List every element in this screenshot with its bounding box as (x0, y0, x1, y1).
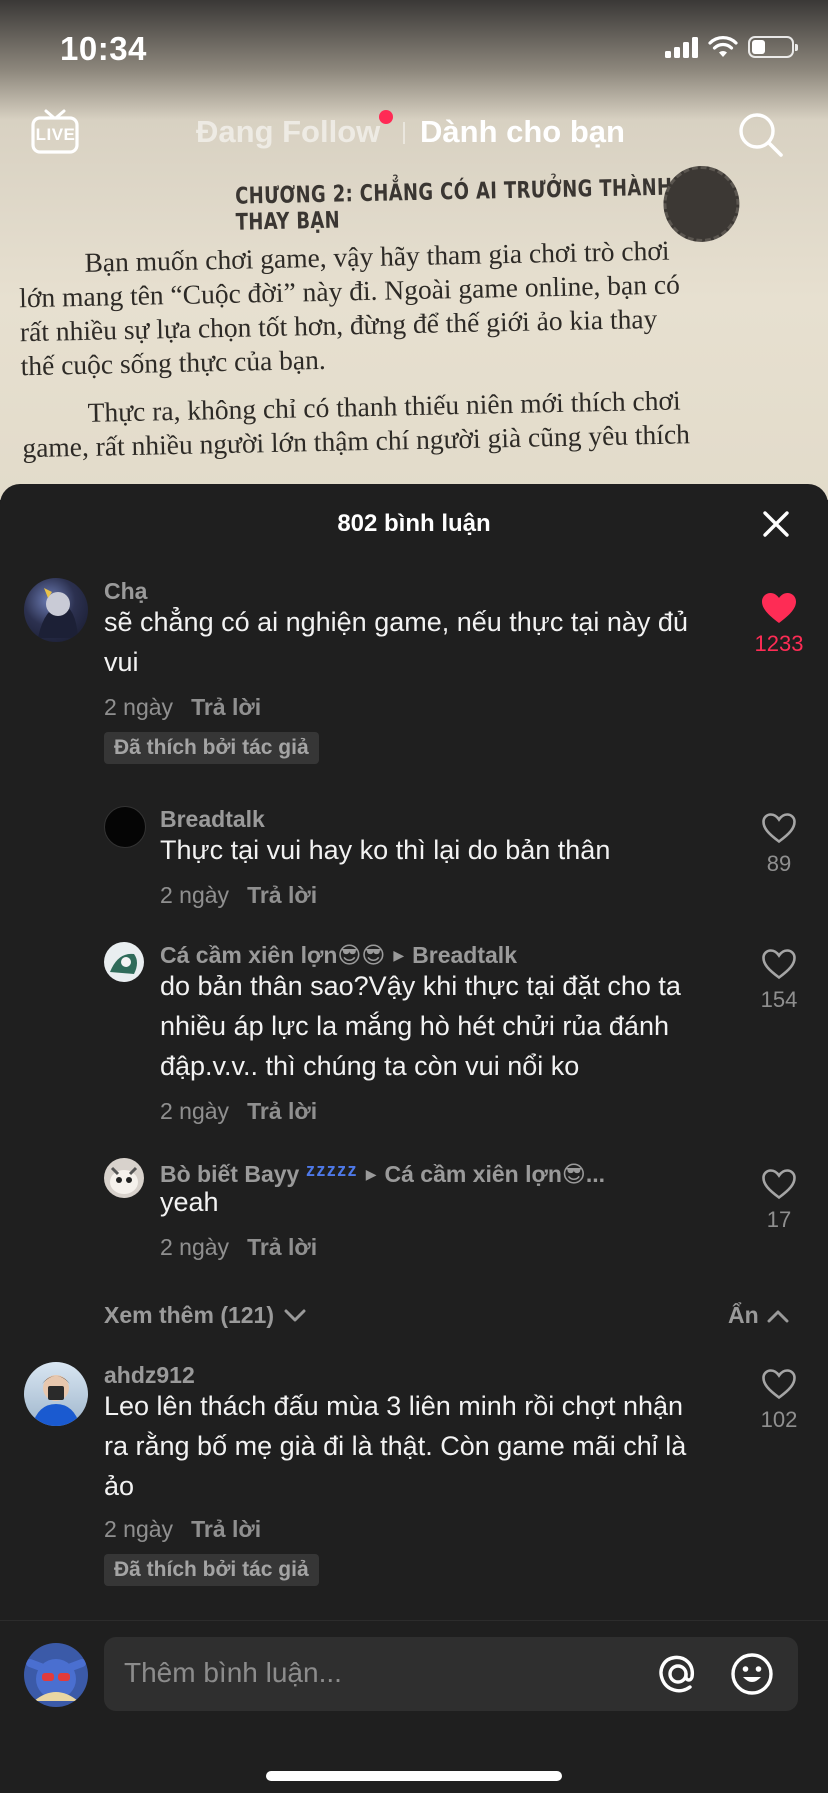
emoji-icon (731, 1653, 773, 1695)
comment-username-line: Cá cầm xiên lợn😎😎 ▶ Breadtalk (160, 942, 517, 969)
comment-meta: 2 ngày Trả lời (104, 694, 261, 721)
avatar-image (26, 1659, 86, 1701)
like-count: 17 (766, 1207, 792, 1232)
book-chapter-heading: CHƯƠNG 2: CHẲNG CÓ AI TRƯỞNG THÀNH THAY … (234, 174, 673, 236)
mention-button[interactable] (656, 1652, 700, 1696)
reply-button[interactable]: Trả lời (191, 694, 261, 720)
comments-count-title: 802 bình luận (337, 510, 491, 537)
at-mention-icon (659, 1655, 695, 1693)
comments-sheet: 802 bình luận Chạ sẽ chẳng có ai nghiện … (0, 484, 828, 1792)
comment-username[interactable]: ahdz912 (104, 1362, 195, 1389)
like-button[interactable]: 102 (744, 1368, 814, 1433)
avatar[interactable] (24, 1362, 88, 1426)
comment-text[interactable]: sẽ chẳng có ai nghiện game, nếu thực tại… (104, 602, 704, 682)
reply-button[interactable]: Trả lời (247, 1098, 317, 1124)
battery-icon (748, 36, 798, 58)
tab-divider (403, 122, 405, 144)
comment-time: 2 ngày (160, 1098, 230, 1124)
chevron-up-icon (767, 1310, 789, 1323)
cellular-signal-icon (665, 36, 698, 58)
heart-outline-icon (762, 949, 796, 980)
comment-item: ahdz912 Leo lên thách đấu mùa 3 liên min… (0, 1362, 828, 1592)
avatar[interactable] (24, 578, 88, 642)
reply-item: Cá cầm xiên lợn😎😎 ▶ Breadtalk do bản thân … (0, 942, 828, 1142)
status-icons (665, 36, 798, 58)
like-count: 1233 (754, 631, 804, 656)
liked-by-creator-badge: Đã thích bởi tác giả (104, 732, 319, 764)
reply-to-username[interactable]: Breadtalk (412, 942, 517, 968)
comment-time: 2 ngày (160, 882, 230, 908)
battery-level (752, 40, 766, 54)
comment-text[interactable]: Leo lên thách đấu mùa 3 liên minh rồi ch… (104, 1386, 704, 1506)
search-icon (739, 113, 783, 157)
comment-username[interactable]: Breadtalk (160, 806, 265, 833)
comment-input-placeholder: Thêm bình luận... (124, 1657, 342, 1688)
comment-username[interactable]: Chạ (104, 578, 147, 605)
tab-for-you[interactable]: Dành cho bạn (420, 114, 625, 150)
avatar-image (32, 1375, 80, 1426)
reply-arrow-icon: ▶ (365, 1166, 377, 1182)
heart-outline-icon (762, 1369, 796, 1400)
like-count: 154 (760, 987, 798, 1012)
comment-time: 2 ngày (104, 1516, 174, 1542)
avatar[interactable] (104, 1158, 144, 1198)
like-button[interactable]: 89 (744, 812, 814, 877)
book-page: CHƯƠNG 2: CHẲNG CÓ AI TRƯỞNG THÀNH THAY … (0, 141, 828, 500)
close-button[interactable] (760, 508, 792, 540)
reply-button[interactable]: Trả lời (247, 882, 317, 908)
like-button[interactable]: 17 (744, 1168, 814, 1233)
avatar-image (110, 1166, 138, 1194)
avatar[interactable] (104, 806, 146, 848)
notification-dot (379, 110, 393, 124)
view-more-label: Xem thêm (121) (104, 1302, 275, 1328)
comment-text[interactable]: Thực tại vui hay ko thì lại do bản thân (160, 830, 720, 870)
my-avatar[interactable] (24, 1643, 88, 1707)
emoji-button[interactable] (730, 1652, 774, 1696)
reply-button[interactable]: Trả lời (247, 1234, 317, 1260)
status-time: 10:34 (60, 30, 147, 67)
reply-button[interactable]: Trả lời (191, 1516, 261, 1542)
hide-replies-button[interactable]: Ẩn (728, 1302, 789, 1329)
like-button[interactable]: 1233 (744, 592, 814, 657)
avatar-image (110, 953, 137, 974)
comment-meta: 2 ngày Trả lời (104, 1516, 261, 1543)
tab-following[interactable]: Đang Follow (196, 114, 380, 150)
avatar-image (38, 588, 78, 638)
like-button[interactable]: 154 (744, 948, 814, 1013)
comment-input-bar: Thêm bình luận... (0, 1620, 828, 1793)
heart-outline-icon (762, 813, 796, 844)
wifi-icon (708, 36, 738, 57)
live-label: LIVE (35, 125, 76, 144)
home-indicator (266, 1771, 562, 1781)
view-more-replies-button[interactable]: Xem thêm (121) (104, 1302, 306, 1329)
chevron-down-icon (284, 1309, 306, 1322)
reply-arrow-icon: ▶ (393, 947, 405, 963)
hide-label: Ẩn (728, 1302, 759, 1328)
liked-by-creator-badge: Đã thích bởi tác giả (104, 1554, 319, 1586)
avatar[interactable] (104, 942, 144, 982)
comment-time: 2 ngày (104, 694, 174, 720)
like-count: 102 (760, 1407, 798, 1432)
like-count: 89 (766, 851, 792, 876)
comment-time: 2 ngày (160, 1234, 230, 1260)
comment-meta: 2 ngày Trả lời (160, 1234, 317, 1261)
video-background[interactable]: CHƯƠNG 2: CHẲNG CÓ AI TRƯỞNG THÀNH THAY … (0, 0, 828, 500)
comment-meta: 2 ngày Trả lời (160, 1098, 317, 1125)
comment-meta: 2 ngày Trả lời (160, 882, 317, 909)
comment-item: Chạ sẽ chẳng có ai nghiện game, nếu thực… (0, 578, 828, 778)
comment-username[interactable]: Cá cầm xiên lợn😎😎 (160, 942, 385, 968)
live-button[interactable]: LIVE (30, 108, 80, 161)
reply-item: Bò biết Bayy ᶻᶻᶻᶻᶻ ▶ Cá cầm xiên lợn😎... y… (0, 1158, 828, 1278)
heart-outline-icon (762, 1169, 796, 1200)
reply-item: Breadtalk Thực tại vui hay ko thì lại do… (0, 806, 828, 926)
clock-illustration (662, 165, 741, 243)
comment-text[interactable]: yeah (160, 1182, 720, 1222)
book-line: thế cuộc sống thực của bạn. (20, 343, 326, 382)
comment-input[interactable]: Thêm bình luận... (104, 1637, 798, 1711)
heart-filled-icon (762, 593, 796, 623)
search-button[interactable] (736, 110, 786, 165)
close-icon (763, 511, 789, 537)
comment-text[interactable]: do bản thân sao?Vậy khi thực tại đặt cho… (160, 966, 730, 1086)
